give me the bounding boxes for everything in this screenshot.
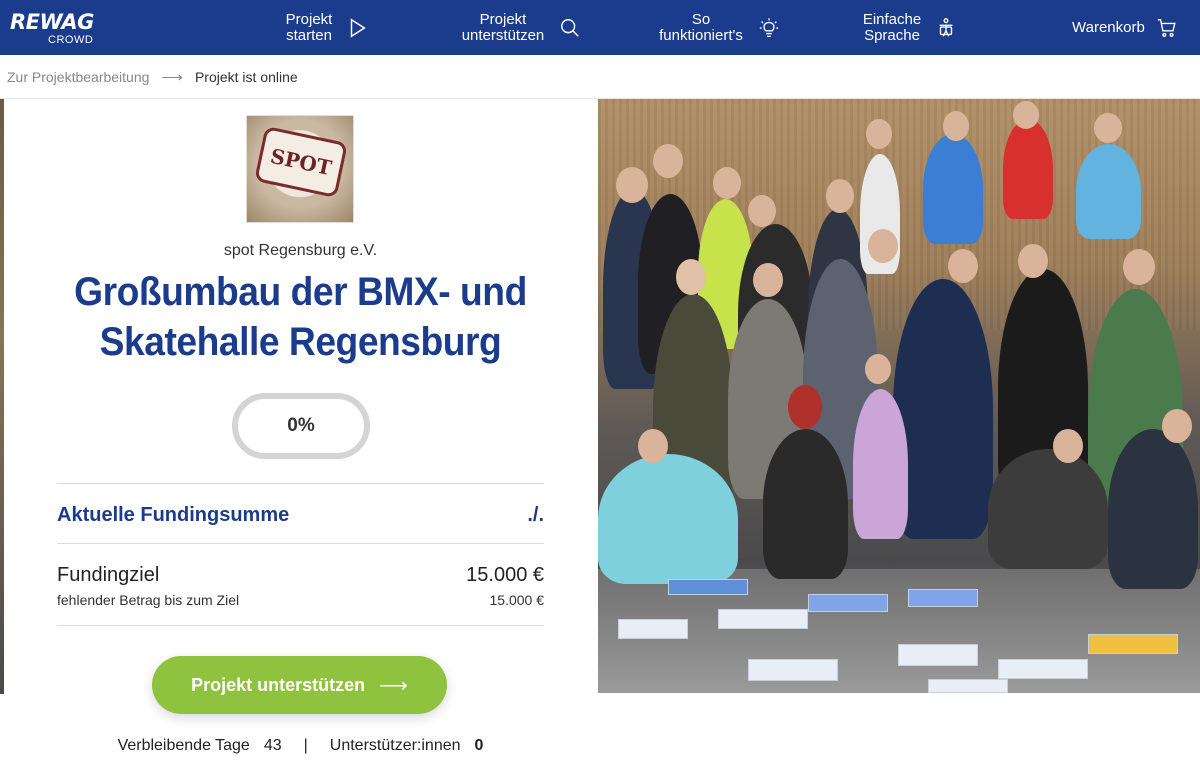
photo-person: [1108, 429, 1198, 589]
photo-person-head: [616, 167, 648, 203]
photo-person: [923, 134, 983, 244]
support-button-label: Projekt unterstützen: [191, 674, 366, 695]
nav-label: Projekt unterstützen: [461, 10, 545, 44]
photo-poster: [928, 679, 1008, 693]
photo-poster: [908, 589, 978, 607]
funding-goal-row: Fundingziel 15.000 €: [57, 561, 544, 589]
missing-amount-label: fehlender Betrag bis zum Ziel: [57, 592, 240, 608]
nav-label: Projekt starten: [285, 10, 333, 44]
photo-poster: [618, 619, 688, 639]
current-funding-row: Aktuelle Fundingsumme ./.: [57, 501, 544, 529]
photo-poster: [808, 594, 888, 612]
photo-person-head: [1053, 429, 1083, 463]
photo-poster: [898, 644, 978, 666]
project-hero-photo: [598, 99, 1200, 693]
breadcrumb-arrow-icon: ⟶: [161, 68, 183, 86]
photo-person: [988, 449, 1108, 569]
photo-person: [598, 454, 738, 584]
breadcrumb-current: Projekt ist online: [194, 68, 298, 85]
funding-progress-indicator: 0%: [232, 393, 370, 459]
photo-person-head: [1013, 101, 1039, 129]
breadcrumb-link-projektbearbeitung[interactable]: Zur Projektbearbeitung: [7, 69, 149, 85]
logo-subtitle: CROWD: [48, 34, 94, 46]
photo-person-head: [943, 111, 969, 141]
stats-separator: |: [303, 737, 308, 754]
photo-person-head: [1162, 409, 1192, 443]
photo-person-head: [1018, 244, 1048, 278]
photo-person-head: [1123, 249, 1155, 285]
photo-person-head: [676, 259, 706, 295]
spot-sticker-logo: SPOT: [254, 125, 348, 199]
photo-person: [763, 429, 848, 579]
photo-person: [1076, 144, 1141, 239]
photo-person-head: [865, 354, 891, 384]
nav-item-projekt-unterstuetzen[interactable]: Projekt unterstützen: [458, 0, 582, 55]
cart-icon: [1155, 16, 1179, 40]
photo-person: [1003, 119, 1053, 219]
photo-poster: [998, 659, 1088, 679]
current-funding-label: Aktuelle Fundingsumme: [57, 503, 290, 526]
photo-person-head: [788, 385, 822, 429]
top-navigation-bar: REWAG CROWD Projekt starten Projekt unte…: [0, 0, 1200, 55]
nav-item-warenkorb[interactable]: Warenkorb: [1072, 0, 1179, 55]
photo-person-head: [866, 119, 892, 149]
breadcrumb: Zur Projektbearbeitung ⟶ Projekt ist onl…: [0, 55, 1200, 99]
nav-label: Warenkorb: [1072, 18, 1145, 36]
photo-person-head: [948, 249, 978, 283]
divider: [57, 625, 544, 626]
photo-person-head: [1094, 113, 1122, 143]
progress-percent: 0%: [287, 415, 315, 436]
photo-poster: [1088, 634, 1178, 654]
supporters-value: 0: [474, 737, 484, 754]
photo-poster: [668, 579, 748, 595]
search-icon: [558, 16, 582, 40]
project-info-card: SPOT spot Regensburg e.V. Großumbau der …: [4, 99, 597, 775]
current-funding-value: ./.: [527, 503, 544, 526]
photo-person-head: [638, 429, 668, 463]
photo-person-head: [753, 263, 783, 297]
project-logo-image: SPOT: [246, 115, 354, 223]
remaining-days-label: Verbleibende Tage: [117, 737, 250, 754]
photo-person-head: [826, 179, 854, 213]
photo-person-head: [713, 167, 741, 199]
funding-goal-value: 15.000 €: [466, 563, 544, 586]
nav-item-so-funktionierts[interactable]: So funktioniert's: [655, 0, 781, 55]
photo-person-head: [653, 144, 683, 178]
nav-item-einfache-sprache[interactable]: Einfache Sprache: [860, 0, 958, 55]
divider: [57, 543, 544, 544]
divider: [57, 483, 544, 484]
project-stats: Verbleibende Tage 43 | Unterstützer:inne…: [4, 737, 597, 755]
missing-amount-row: fehlender Betrag bis zum Ziel 15.000 €: [57, 590, 544, 610]
lightbulb-icon: [757, 16, 781, 40]
arrow-right-icon: ⟶: [379, 674, 408, 697]
play-icon: [345, 16, 369, 40]
remaining-days-value: 43: [263, 737, 282, 754]
accessibility-icon: [934, 16, 958, 40]
nav-label: Einfache Sprache: [862, 10, 922, 44]
supporters-label: Unterstützer:innen: [329, 737, 461, 754]
photo-poster: [718, 609, 808, 629]
support-project-button[interactable]: Projekt unterstützen ⟶: [152, 656, 447, 714]
photo-person-head: [868, 229, 898, 263]
nav-item-projekt-starten[interactable]: Projekt starten: [283, 0, 369, 55]
nav-label: So funktioniert's: [659, 10, 743, 44]
organization-name: spot Regensburg e.V.: [223, 242, 378, 259]
funding-goal-label: Fundingziel: [57, 563, 160, 586]
photo-person-head: [748, 195, 776, 227]
photo-person: [853, 389, 908, 539]
project-title: Großumbau der BMX- und Skatehalle Regens…: [74, 270, 527, 364]
photo-person: [893, 279, 993, 539]
photo-poster: [748, 659, 838, 681]
rewag-crowd-logo[interactable]: REWAG CROWD: [10, 8, 110, 48]
logo-wordmark: REWAG: [10, 10, 94, 34]
missing-amount-value: 15.000 €: [489, 592, 545, 608]
